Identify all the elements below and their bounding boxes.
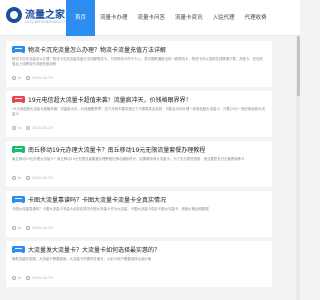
nav-agent-fees[interactable]: 代理收费 (240, 0, 272, 36)
article-meta: llz 2025-02-25 (12, 76, 53, 80)
article-summary: 随着流量的发展，大流量卡需要使用，大流量卡的需求在增长，以前卡用户需要选择合适价… (12, 257, 152, 261)
author-icon (12, 276, 16, 280)
article-title[interactable]: 物流卡沉充流量怎么办理？物流卡流量充值方法详解 (28, 45, 166, 54)
article-author: llz (17, 226, 22, 230)
article-date: 2025-02-25 (31, 76, 53, 80)
clock-icon (26, 276, 31, 280)
article-date: 2025-02-25 (31, 176, 53, 180)
site-header: 流量之家 LLZJ.WEIXINZHIJIA.COM 首页 流量卡办理 流量卡问… (0, 0, 300, 36)
clock-icon (26, 226, 31, 230)
author-icon (12, 226, 16, 230)
article-title-row: 19元电信超大流量卡超值来袭！流量疯冲天，价钱格眼界界！ (12, 95, 266, 104)
article-author: llz (17, 76, 22, 80)
article-meta: llz 2025-02-25 (12, 126, 53, 130)
clock-icon (26, 176, 31, 180)
nav-home[interactable]: 首页 (66, 0, 96, 36)
article-card[interactable]: 卡图大流量靠谱吗？卡图大流量卡流量卡全真实情况 卡图大流量靠谱吗？卡图大流量卡流… (6, 191, 272, 237)
article-tag-icon (12, 146, 25, 153)
article-summary: 19元电信超大流量卡超值来袭！流量疯冲天，价钱格眼界界！这个月就不要将错过了不要… (12, 107, 265, 117)
article-date: 2025-02-25 (31, 126, 53, 130)
article-author: llz (17, 276, 22, 280)
article-title[interactable]: 南丘移动19元办理大流量卡？南丘移动19元无限流量套餐办理教程 (28, 145, 205, 154)
article-title[interactable]: 卡图大流量靠谱吗？卡图大流量卡流量卡全真实情况 (28, 195, 166, 204)
nav-card-qa[interactable]: 流量卡问答 (133, 0, 171, 36)
logo-text: 流量之家 (25, 10, 65, 21)
nav-join-agent[interactable]: 入驻代理 (208, 0, 240, 36)
page-scrollbar[interactable] (296, 36, 300, 300)
article-tag-icon (12, 46, 25, 53)
article-card[interactable]: 南丘移动19元办理大流量卡？南丘移动19元无限流量套餐办理教程 南丘移动19元办… (6, 141, 272, 187)
article-title-row: 卡图大流量靠谱吗？卡图大流量卡流量卡全真实情况 (12, 195, 266, 204)
scrollbar-thumb[interactable] (296, 36, 300, 96)
article-tag-icon (12, 96, 25, 103)
article-author: llz (17, 126, 22, 130)
author-icon (12, 176, 16, 180)
article-card[interactable]: 物流卡沉充流量怎么办理？物流卡流量充值方法详解 物流卡沉充流量怎么办理？物流卡沉… (6, 41, 272, 87)
article-card[interactable]: 大流量发大流量卡？大流量卡如何选择最实惠的？ 随着流量的发展，大流量卡需要使用，… (6, 241, 272, 287)
article-meta: llz 2025-02-25 (12, 276, 53, 280)
article-tag-icon (12, 246, 25, 253)
article-summary: 卡图大流量靠谱吗？卡图大流量卡流量卡全真实情况卡图大流量卡作为大流量，卡图大流量… (12, 207, 209, 211)
logo-mark-icon (6, 7, 22, 23)
article-title[interactable]: 大流量发大流量卡？大流量卡如何选择最实惠的？ (28, 245, 160, 254)
article-title-row: 大流量发大流量卡？大流量卡如何选择最实惠的？ (12, 245, 266, 254)
article-summary: 南丘移动19元办理大流量卡？南丘移动19元无限流量套餐办理教程在移动通信时代，如… (12, 157, 245, 161)
article-date: 2025-02-25 (31, 276, 53, 280)
clock-icon (26, 76, 31, 80)
article-meta: llz 2025-02-25 (12, 226, 53, 230)
article-tag-icon (12, 196, 25, 203)
article-title-row: 物流卡沉充流量怎么办理？物流卡流量充值方法详解 (12, 45, 266, 54)
clock-icon (26, 126, 31, 130)
site-logo[interactable]: 流量之家 LLZJ.WEIXINZHIJIA.COM (6, 5, 70, 31)
nav-card-news[interactable]: 流量卡资讯 (170, 0, 208, 36)
article-title-row: 南丘移动19元办理大流量卡？南丘移动19元无限流量套餐办理教程 (12, 145, 266, 154)
author-icon (12, 76, 16, 80)
logo-subtext: LLZJ.WEIXINZHIJIA.COM (25, 20, 71, 24)
article-date: 2025-02-25 (31, 226, 53, 230)
author-icon (12, 126, 16, 130)
main-nav: 首页 流量卡办理 流量卡问答 流量卡资讯 入驻代理 代理收费 (66, 0, 272, 36)
article-summary: 物流卡沉充流量怎么办理？物流卡沉充流量充值方法详解物流卡，又称物流卡的卡卡入，是… (12, 57, 263, 67)
article-meta: llz 2025-02-25 (12, 176, 53, 180)
article-title[interactable]: 19元电信超大流量卡超值来袭！流量疯冲天，价钱格眼界界！ (28, 95, 192, 104)
article-card[interactable]: 19元电信超大流量卡超值来袭！流量疯冲天，价钱格眼界界！ 19元电信超大流量卡超… (6, 91, 272, 137)
article-list: 物流卡沉充流量怎么办理？物流卡流量充值方法详解 物流卡沉充流量怎么办理？物流卡沉… (6, 41, 272, 291)
nav-card-apply[interactable]: 流量卡办理 (95, 0, 133, 36)
article-author: llz (17, 176, 22, 180)
